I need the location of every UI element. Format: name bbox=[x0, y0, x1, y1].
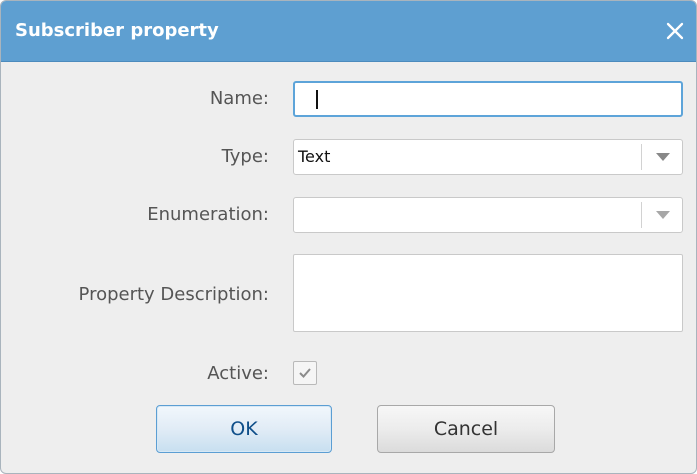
enumeration-select-divider bbox=[641, 202, 642, 228]
type-select[interactable]: Text bbox=[293, 139, 683, 175]
checkmark-icon bbox=[299, 368, 311, 378]
chevron-down-icon[interactable] bbox=[656, 153, 670, 161]
text-caret bbox=[316, 90, 318, 109]
dialog-title: Subscriber property bbox=[15, 20, 219, 41]
type-label: Type: bbox=[221, 146, 269, 167]
type-select-divider bbox=[641, 144, 642, 170]
active-label: Active: bbox=[207, 363, 269, 384]
chevron-down-icon bbox=[656, 211, 670, 219]
name-label: Name: bbox=[209, 88, 269, 109]
cancel-button[interactable]: Cancel bbox=[377, 405, 555, 453]
enumeration-label: Enumeration: bbox=[147, 204, 269, 225]
ok-button[interactable]: OK bbox=[156, 405, 332, 453]
name-input[interactable] bbox=[293, 81, 683, 117]
close-icon[interactable] bbox=[660, 16, 690, 46]
active-checkbox[interactable] bbox=[293, 361, 317, 385]
property-description-label: Property Description: bbox=[78, 284, 269, 305]
dialog-title-bar[interactable]: Subscriber property bbox=[1, 1, 696, 62]
enumeration-select bbox=[293, 197, 683, 233]
type-select-value: Text bbox=[298, 147, 331, 166]
subscriber-property-dialog: Subscriber property Name: Type: Text Enu… bbox=[0, 0, 697, 474]
property-description-field[interactable] bbox=[293, 254, 683, 332]
